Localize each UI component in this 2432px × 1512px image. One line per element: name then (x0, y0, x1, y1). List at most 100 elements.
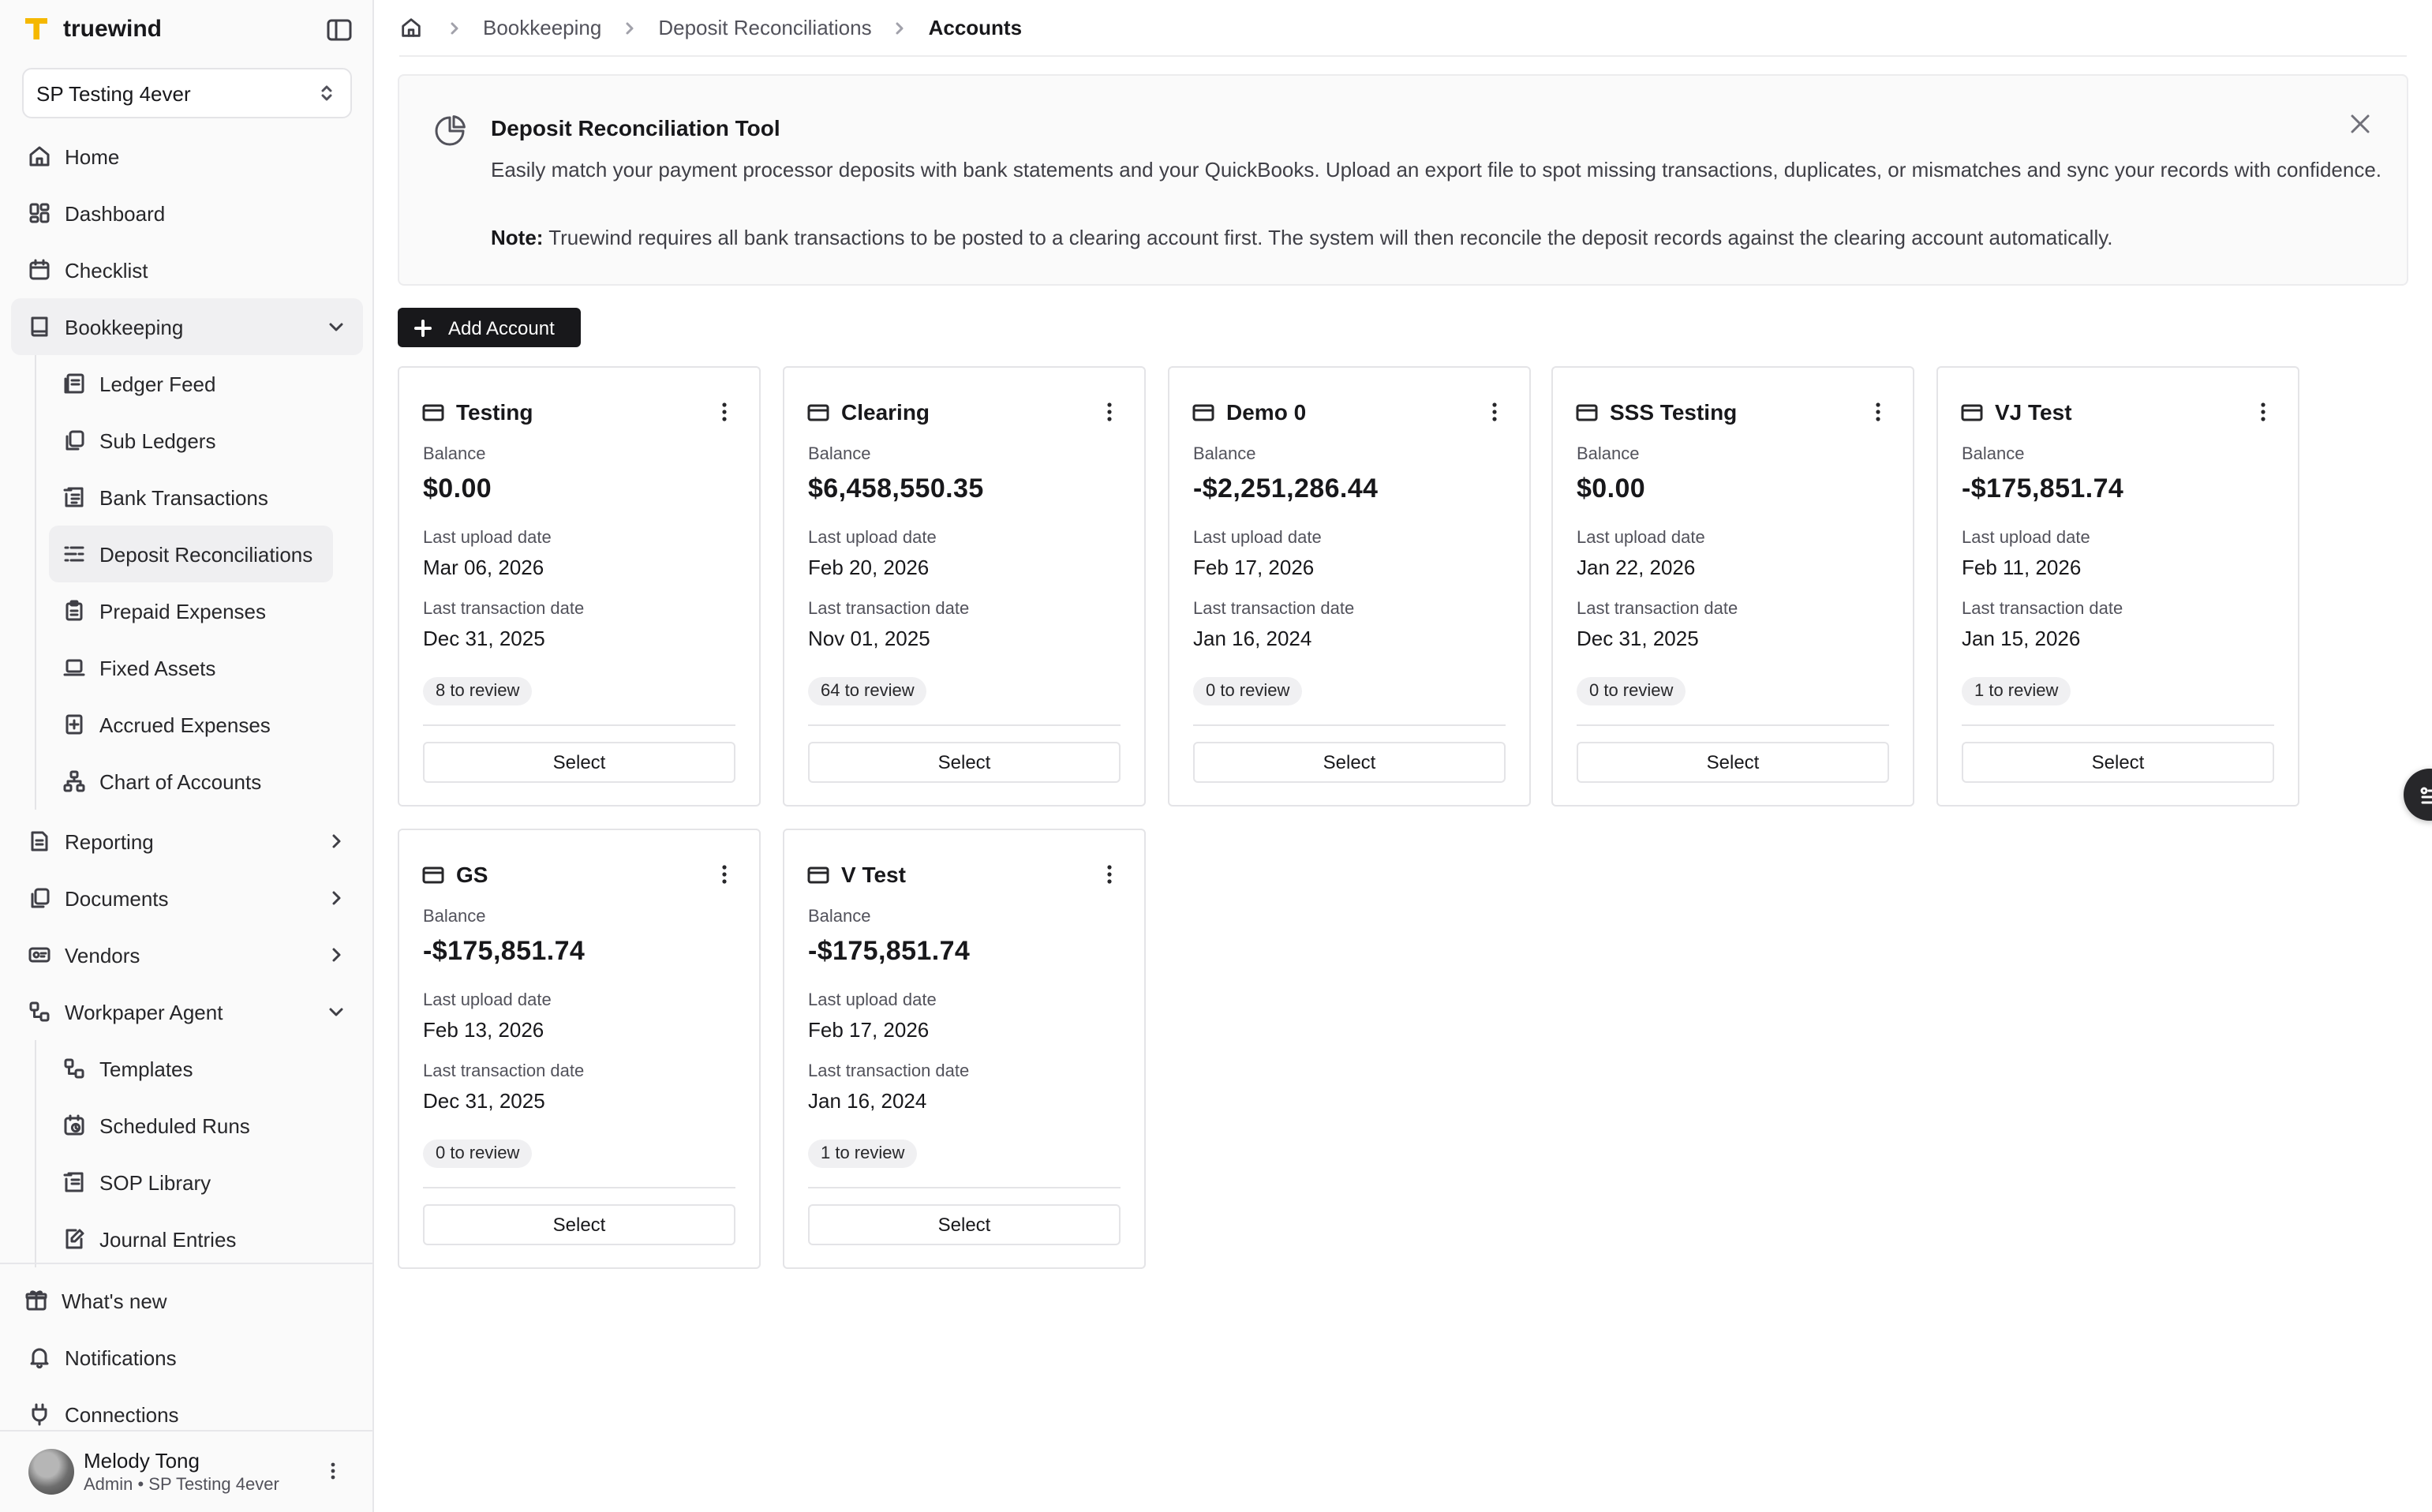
nav-scheduled-runs[interactable]: Scheduled Runs (49, 1097, 333, 1154)
nav-label: Scheduled Runs (99, 1113, 250, 1137)
last-upload-date: Mar 06, 2026 (423, 556, 544, 579)
account-balance: -$175,851.74 (808, 936, 971, 966)
account-card: SSS Testing Balance $0.00 Last upload date J… (1551, 366, 1914, 807)
select-account-button[interactable]: Select (423, 742, 735, 783)
nav-label: SOP Library (99, 1170, 211, 1194)
select-account-button[interactable]: Select (423, 1204, 735, 1245)
more-vertical-icon[interactable] (2251, 399, 2276, 425)
more-vertical-icon[interactable] (1097, 862, 1122, 887)
more-vertical-icon[interactable] (1482, 399, 1507, 425)
nav-deposit-reconciliations[interactable]: Deposit Reconciliations (49, 526, 333, 582)
nav-label: Templates (99, 1057, 193, 1080)
card-divider (423, 1187, 735, 1188)
nav-chart-of-accounts[interactable]: Chart of Accounts (49, 753, 333, 810)
journal-edit-icon (65, 1229, 84, 1249)
account-balance: -$2,251,286.44 (1193, 473, 1379, 503)
more-vertical-icon[interactable] (1865, 399, 1891, 425)
nav-workpaper-agent[interactable]: Workpaper Agent (11, 983, 363, 1040)
card-divider (1193, 724, 1506, 726)
nav-bookkeeping[interactable]: Bookkeeping (11, 298, 363, 355)
calendar-icon (29, 259, 50, 280)
org-switcher[interactable]: SP Testing 4ever (22, 68, 352, 118)
nav-checklist[interactable]: Checklist (11, 241, 363, 298)
card-divider (1577, 724, 1889, 726)
nav-label: Workpaper Agent (65, 1000, 223, 1024)
nav-reporting[interactable]: Reporting (11, 813, 363, 870)
vendor-card-icon (28, 947, 51, 963)
more-vertical-icon[interactable] (322, 1460, 344, 1482)
breadcrumb-deposit-reconciliations[interactable]: Deposit Reconciliations (658, 16, 871, 39)
last-transaction-date: Jan 16, 2024 (1193, 627, 1312, 650)
sidebar-toggle-icon[interactable] (325, 16, 354, 44)
close-icon[interactable] (2348, 112, 2372, 136)
credit-card-icon (422, 866, 444, 883)
chevron-right-icon (896, 21, 904, 34)
app-root: truewind SP Testing 4ever Home Dashboard… (0, 0, 2432, 1512)
plug-icon (32, 1403, 47, 1426)
nav-prepaid-expenses[interactable]: Prepaid Expenses (49, 582, 333, 639)
select-account-button[interactable]: Select (1193, 742, 1506, 783)
select-account-button[interactable]: Select (1577, 742, 1889, 783)
quick-actions-button[interactable] (2404, 769, 2432, 821)
note-text: Truewind requires all bank transactions … (543, 226, 2113, 249)
account-card-header: Clearing (806, 395, 1122, 429)
nav-label: Sub Ledgers (99, 429, 216, 452)
sidebar: truewind SP Testing 4ever Home Dashboard… (0, 0, 374, 1512)
select-account-button[interactable]: Select (1962, 742, 2274, 783)
brand[interactable]: truewind (22, 13, 162, 44)
more-vertical-icon[interactable] (1097, 399, 1122, 425)
credit-card-icon (1961, 403, 1983, 421)
nav-sub-ledgers[interactable]: Sub Ledgers (49, 412, 333, 469)
chevron-right-icon (451, 21, 458, 34)
banner-note: Note: Truewind requires all bank transac… (491, 226, 2113, 249)
last-upload-label: Last upload date (1962, 529, 2090, 548)
chevron-right-icon (626, 21, 634, 34)
book-icon (31, 316, 48, 337)
nav-label: Journal Entries (99, 1227, 237, 1251)
nav-fixed-assets[interactable]: Fixed Assets (49, 639, 333, 696)
chevron-right-icon (332, 948, 341, 962)
truewind-logo-icon (25, 18, 47, 39)
file-plus-icon (65, 714, 83, 735)
account-balance: $0.00 (1577, 473, 1646, 503)
nav-ledger-feed[interactable]: Ledger Feed (49, 355, 333, 412)
nav-label: Dashboard (65, 201, 166, 225)
last-transaction-label: Last transaction date (1577, 600, 1738, 619)
chevron-right-icon (332, 891, 341, 905)
nav-templates[interactable]: Templates (49, 1040, 333, 1097)
nav-notifications[interactable]: Notifications (11, 1329, 341, 1386)
nav-whats-new[interactable]: What's new (11, 1272, 341, 1329)
nav-sop-library[interactable]: SOP Library (49, 1154, 333, 1211)
nav-label: Home (65, 144, 120, 168)
receipt-icon (63, 487, 84, 507)
nav-vendors[interactable]: Vendors (11, 926, 363, 983)
nav-bank-transactions[interactable]: Bank Transactions (49, 469, 333, 526)
plus-icon (414, 319, 432, 336)
nav-label: What's new (62, 1289, 167, 1312)
more-vertical-icon[interactable] (712, 399, 737, 425)
account-balance: -$175,851.74 (423, 936, 586, 966)
nav-label: Vendors (65, 943, 140, 967)
nav-documents[interactable]: Documents (11, 870, 363, 926)
home-icon[interactable] (399, 16, 423, 39)
account-card-header: GS (421, 857, 737, 892)
nav-label: Bookkeeping (65, 315, 184, 339)
library-icon (63, 1172, 84, 1192)
calendar-clock-icon (64, 1114, 84, 1136)
breadcrumb-bookkeeping[interactable]: Bookkeeping (483, 16, 601, 39)
more-vertical-icon[interactable] (712, 862, 737, 887)
nav-journal-entries[interactable]: Journal Entries (49, 1211, 333, 1267)
account-card-header: Demo 0 (1192, 395, 1507, 429)
select-account-button[interactable]: Select (808, 742, 1121, 783)
last-transaction-label: Last transaction date (423, 600, 585, 619)
select-account-button[interactable]: Select (808, 1204, 1121, 1245)
account-card-header: V Test (806, 857, 1122, 892)
account-card: Clearing Balance $6,458,550.35 Last upload … (783, 366, 1146, 807)
nav-dashboard[interactable]: Dashboard (11, 185, 363, 241)
nav-accrued-expenses[interactable]: Accrued Expenses (49, 696, 333, 753)
nav-home[interactable]: Home (11, 128, 363, 185)
add-account-button[interactable]: Add Account (398, 308, 581, 347)
review-count-badge: 1 to review (1962, 677, 2071, 705)
user-profile[interactable]: Melody Tong Admin • SP Testing 4ever (0, 1430, 372, 1512)
last-upload-date: Feb 20, 2026 (808, 556, 930, 579)
